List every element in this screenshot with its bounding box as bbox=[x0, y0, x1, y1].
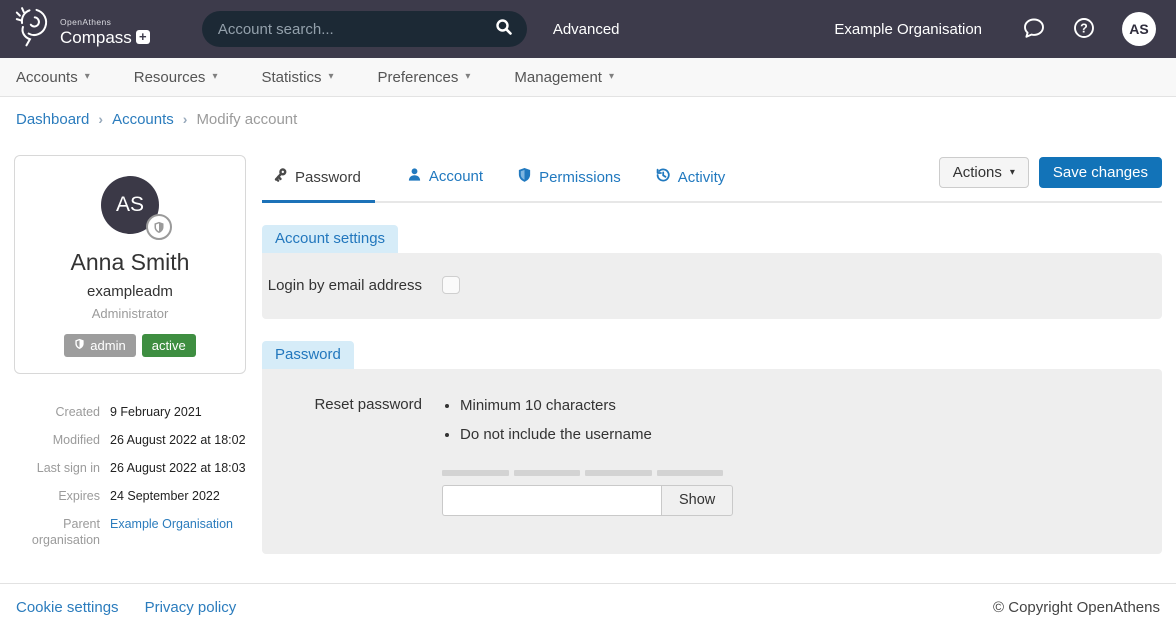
top-navbar: OpenAthens Compass + Advanced Example Or… bbox=[0, 0, 1176, 58]
cookie-settings-link[interactable]: Cookie settings bbox=[16, 599, 119, 616]
brand-compass-label: Compass bbox=[60, 29, 132, 46]
strength-segment bbox=[657, 470, 724, 476]
account-details-list: Created 9 February 2021 Modified 26 Augu… bbox=[14, 404, 246, 549]
chevron-right-icon: › bbox=[183, 111, 188, 127]
question-circle-icon: ? bbox=[1072, 16, 1096, 43]
brand-logo[interactable]: OpenAthens Compass + bbox=[12, 4, 150, 55]
caret-down-icon: ▾ bbox=[465, 72, 470, 82]
breadcrumb-dashboard[interactable]: Dashboard bbox=[16, 111, 89, 128]
brand-openathens-label: OpenAthens bbox=[60, 17, 111, 27]
show-password-button[interactable]: Show bbox=[661, 485, 733, 516]
user-avatar[interactable]: AS bbox=[1122, 12, 1156, 46]
detail-expires: Expires 24 September 2022 bbox=[14, 488, 246, 505]
password-rules-list: Minimum 10 characters Do not include the… bbox=[442, 395, 1162, 445]
caret-down-icon: ▾ bbox=[85, 72, 90, 82]
password-rule: Minimum 10 characters bbox=[460, 395, 1162, 416]
shield-icon bbox=[74, 338, 85, 353]
caret-down-icon: ▾ bbox=[609, 72, 614, 82]
breadcrumb: Dashboard › Accounts › Modify account bbox=[0, 97, 1176, 141]
openathens-owl-icon bbox=[12, 4, 54, 55]
account-settings-panel: Account settings Login by email address bbox=[262, 225, 1162, 319]
chevron-right-icon: › bbox=[98, 111, 103, 127]
password-panel-title: Password bbox=[262, 341, 354, 369]
caret-down-icon: ▾ bbox=[212, 72, 217, 82]
account-search-box[interactable] bbox=[202, 11, 527, 47]
parent-organisation-link[interactable]: Example Organisation bbox=[110, 517, 233, 531]
tab-permissions[interactable]: Permissions bbox=[515, 157, 623, 203]
shield-icon bbox=[517, 167, 532, 187]
caret-down-icon: ▾ bbox=[1010, 168, 1015, 178]
page-toolbar: Actions ▾ Save changes bbox=[939, 157, 1162, 198]
admin-shield-badge-icon bbox=[146, 214, 172, 240]
profile-username: exampleadm bbox=[25, 283, 235, 300]
account-tabs: Password Account Permiss bbox=[262, 157, 1162, 203]
user-avatar-initials: AS bbox=[1129, 21, 1148, 37]
profile-role: Administrator bbox=[25, 306, 235, 321]
tab-account[interactable]: Account bbox=[405, 157, 485, 202]
menu-item-management[interactable]: Management ▾ bbox=[514, 69, 614, 86]
advanced-search-link[interactable]: Advanced bbox=[553, 21, 620, 38]
detail-modified: Modified 26 August 2022 at 18:02 bbox=[14, 432, 246, 449]
login-by-email-label: Login by email address bbox=[262, 276, 442, 295]
modify-account-main: Password Account Permiss bbox=[262, 141, 1162, 583]
detail-last-sign-in: Last sign in 26 August 2022 at 18:03 bbox=[14, 460, 246, 477]
account-settings-panel-title: Account settings bbox=[262, 225, 398, 253]
account-summary-sidebar: AS Anna Smith exampleadm Administrator bbox=[14, 141, 246, 583]
password-panel: Password Reset password Minimum 10 chara… bbox=[262, 341, 1162, 554]
brand-text: OpenAthens Compass + bbox=[60, 13, 150, 46]
caret-down-icon: ▾ bbox=[328, 72, 333, 82]
tab-activity[interactable]: Activity bbox=[653, 157, 728, 203]
menu-item-preferences[interactable]: Preferences ▾ bbox=[378, 69, 471, 86]
tab-password[interactable]: Password bbox=[262, 157, 375, 203]
save-changes-button[interactable]: Save changes bbox=[1039, 157, 1162, 188]
account-search-input[interactable] bbox=[218, 21, 495, 38]
plus-box-icon: + bbox=[136, 30, 150, 44]
actions-button[interactable]: Actions ▾ bbox=[939, 157, 1029, 188]
password-strength-meter bbox=[442, 470, 723, 476]
menu-item-resources[interactable]: Resources ▾ bbox=[134, 69, 218, 86]
strength-segment bbox=[442, 470, 509, 476]
page-footer: Cookie settings Privacy policy © Copyrig… bbox=[0, 583, 1176, 630]
copyright-text: © Copyright OpenAthens bbox=[993, 599, 1160, 616]
profile-name: Anna Smith bbox=[25, 249, 235, 276]
svg-text:?: ? bbox=[1080, 21, 1088, 35]
menu-item-statistics[interactable]: Statistics ▾ bbox=[261, 69, 333, 86]
password-rule: Do not include the username bbox=[460, 424, 1162, 445]
key-icon bbox=[272, 167, 288, 187]
strength-segment bbox=[514, 470, 581, 476]
breadcrumb-accounts[interactable]: Accounts bbox=[112, 111, 174, 128]
profile-avatar-initials: AS bbox=[116, 193, 144, 217]
chat-button[interactable] bbox=[1022, 16, 1046, 43]
privacy-policy-link[interactable]: Privacy policy bbox=[145, 599, 237, 616]
active-badge: active bbox=[142, 334, 196, 357]
speech-bubble-icon bbox=[1022, 16, 1046, 43]
help-button[interactable]: ? bbox=[1072, 16, 1096, 43]
detail-created: Created 9 February 2021 bbox=[14, 404, 246, 421]
login-by-email-checkbox[interactable] bbox=[442, 276, 460, 294]
person-icon bbox=[407, 167, 422, 186]
admin-badge: admin bbox=[64, 334, 135, 357]
new-password-input[interactable] bbox=[442, 485, 661, 516]
detail-parent-organisation: Parent organisation Example Organisation bbox=[14, 516, 246, 550]
strength-segment bbox=[585, 470, 652, 476]
main-menu: Accounts ▾ Resources ▾ Statistics ▾ Pref… bbox=[0, 58, 1176, 97]
history-clock-icon bbox=[655, 167, 671, 187]
organisation-name: Example Organisation bbox=[834, 21, 982, 38]
menu-item-accounts[interactable]: Accounts ▾ bbox=[16, 69, 90, 86]
search-icon[interactable] bbox=[495, 18, 513, 41]
profile-card: AS Anna Smith exampleadm Administrator bbox=[14, 155, 246, 374]
reset-password-label: Reset password bbox=[262, 395, 442, 516]
breadcrumb-current-page: Modify account bbox=[196, 111, 297, 128]
